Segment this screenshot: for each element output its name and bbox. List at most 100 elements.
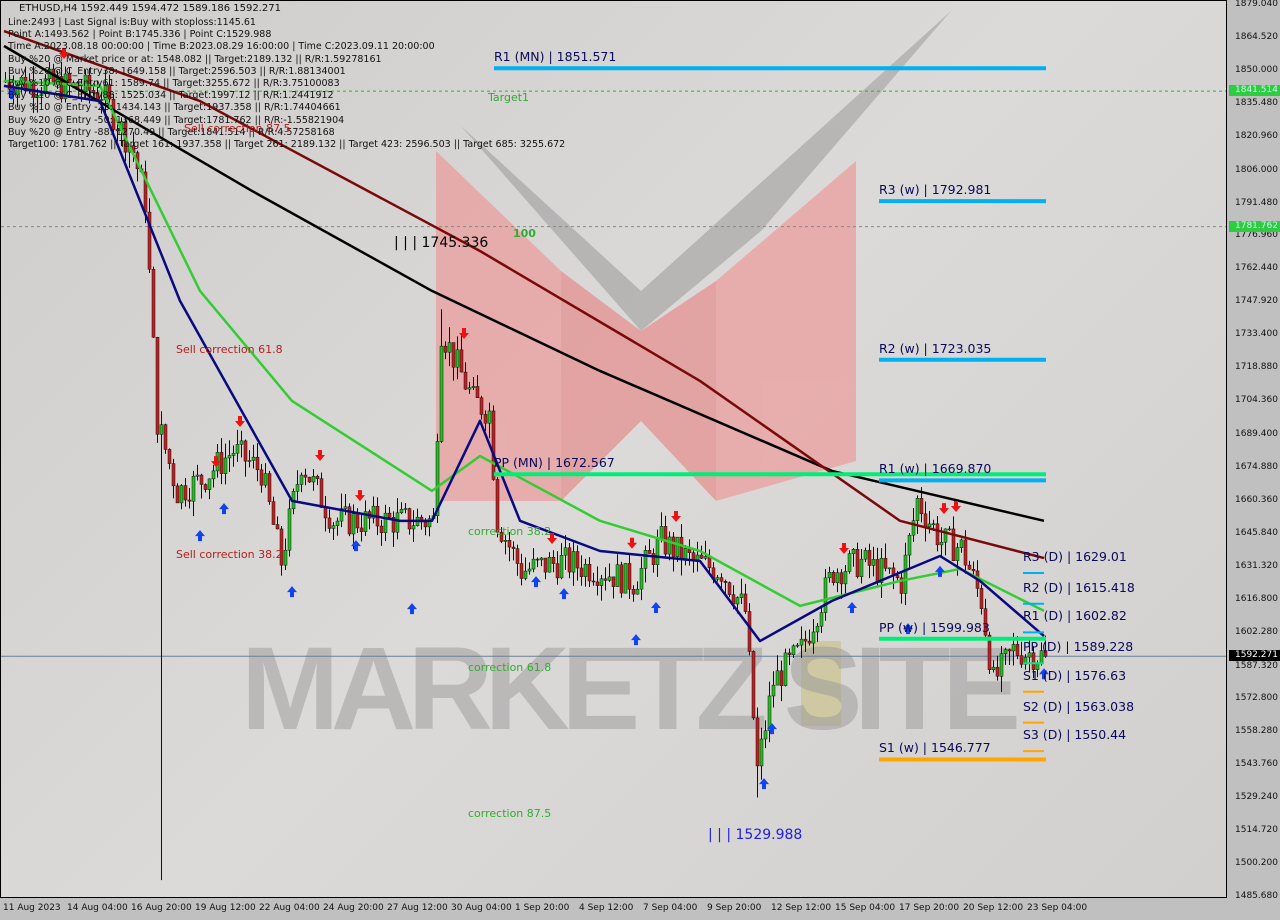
candle-body	[179, 485, 184, 504]
candle-body	[1011, 644, 1016, 652]
candle-body	[671, 536, 676, 558]
candle-body	[183, 485, 188, 501]
price-tick-label: 1500.200	[1235, 858, 1278, 869]
correction-61-label: correction 61.8	[468, 661, 552, 674]
candle-body	[887, 567, 892, 570]
buy-arrow-icon	[531, 576, 541, 588]
candle-body	[947, 528, 952, 531]
candle-body	[267, 473, 272, 502]
candle-body	[751, 651, 756, 719]
point-c-label: | | | 1529.988	[708, 827, 803, 843]
candle-body	[835, 572, 840, 583]
candle-body	[207, 478, 212, 490]
buy-arrow-icon	[935, 565, 945, 577]
candle-body	[199, 474, 204, 485]
candle-body	[203, 484, 208, 490]
signal-info-line: Point A:1493.562 | Point B:1745.336 | Po…	[8, 29, 272, 41]
time-tick-label: 16 Aug 20:00	[131, 903, 192, 913]
candle-body	[503, 540, 508, 542]
candle-body	[519, 563, 524, 579]
candle-body	[867, 550, 872, 566]
candle-body	[327, 517, 332, 529]
price-tick-label: 1718.880	[1235, 362, 1278, 373]
candle-body	[343, 506, 348, 509]
buy-arrow-icon	[759, 778, 769, 790]
candle-body	[243, 440, 248, 462]
candle-body	[443, 345, 448, 353]
candle-body	[823, 577, 828, 613]
chart-area[interactable]: MARKETZ SITE ETHUSD,H4 1592.449 1594.472…	[0, 0, 1227, 898]
buy-arrow-icon	[407, 603, 417, 615]
candle-body	[575, 551, 580, 569]
candle-body	[227, 455, 232, 459]
candle-body	[639, 568, 644, 590]
candle-body	[635, 588, 640, 595]
candle-body	[691, 552, 696, 560]
sell-arrow-icon	[315, 450, 325, 462]
candle-body	[971, 569, 976, 572]
candle-body	[927, 523, 932, 528]
price-tick-label: 1558.280	[1235, 726, 1278, 737]
time-tick-label: 15 Sep 04:00	[835, 903, 896, 913]
candle-body	[667, 536, 672, 555]
candle-body	[923, 513, 928, 528]
sell-correction-38-label: Sell correction 38.2	[176, 548, 283, 561]
sell-arrow-icon	[951, 501, 961, 513]
candle-body	[759, 738, 764, 767]
candle-body	[843, 571, 848, 585]
candle-body	[351, 513, 356, 535]
signal-info-line: Line:2493 | Last Signal is:Buy with stop…	[8, 17, 256, 28]
candle-body	[355, 513, 360, 529]
candle-body	[479, 397, 484, 415]
candle-body	[543, 557, 548, 573]
candle-body	[235, 444, 240, 454]
candle-body	[831, 572, 836, 583]
candle-body	[515, 548, 520, 564]
price-tick-label: 1820.960	[1235, 130, 1278, 141]
pivot-level-label: S1 (w) | 1546.777	[879, 740, 991, 756]
price-marker: 1841.514	[1229, 85, 1280, 97]
watermark-text: MARKETZ SITE	[241, 623, 1021, 755]
candle-body	[795, 644, 800, 647]
candle-body	[659, 526, 664, 540]
candle-body	[271, 501, 276, 525]
candle-body	[607, 576, 612, 581]
price-tick-label: 1543.760	[1235, 759, 1278, 770]
candle-body	[871, 559, 876, 566]
candle-body	[859, 558, 864, 577]
pivot-level-label: R1 (D) | 1602.82	[1023, 608, 1127, 624]
candle-body	[779, 670, 784, 686]
candle-body	[483, 414, 488, 424]
sell-arrow-icon	[355, 490, 365, 502]
target1-label: Target1	[488, 91, 530, 104]
price-tick-label: 1529.240	[1235, 792, 1278, 803]
candle-body	[827, 572, 832, 579]
price-tick-label: 1776.960	[1235, 230, 1278, 241]
correction-38-label: correction 38.2	[468, 525, 552, 538]
candle-body	[935, 523, 940, 546]
candle-body	[255, 456, 260, 471]
candle-body	[507, 540, 512, 548]
candle-body	[315, 476, 320, 479]
chart-title: ETHUSD,H4 1592.449 1594.472 1589.186 159…	[19, 3, 281, 14]
candle-body	[331, 525, 336, 529]
candle-body	[547, 556, 552, 573]
candle-body	[175, 485, 180, 504]
candle-body	[283, 549, 288, 566]
candle-body	[999, 653, 1004, 677]
candle-body	[1015, 644, 1020, 656]
candle-body	[727, 582, 732, 595]
fib-100-label: 100	[513, 227, 536, 240]
watermark-logo	[436, 11, 951, 726]
candle-body	[555, 563, 560, 579]
candle-body	[807, 640, 812, 644]
candle-body	[423, 521, 428, 528]
candle-body	[155, 337, 160, 435]
candle-body	[595, 581, 600, 586]
candle-body	[847, 553, 852, 572]
candle-body	[399, 509, 404, 514]
price-tick-label: 1879.040	[1235, 0, 1278, 9]
time-tick-label: 1 Sep 20:00	[515, 903, 570, 913]
pivot-level-label: R2 (D) | 1615.418	[1023, 579, 1135, 595]
candle-body	[275, 524, 280, 530]
